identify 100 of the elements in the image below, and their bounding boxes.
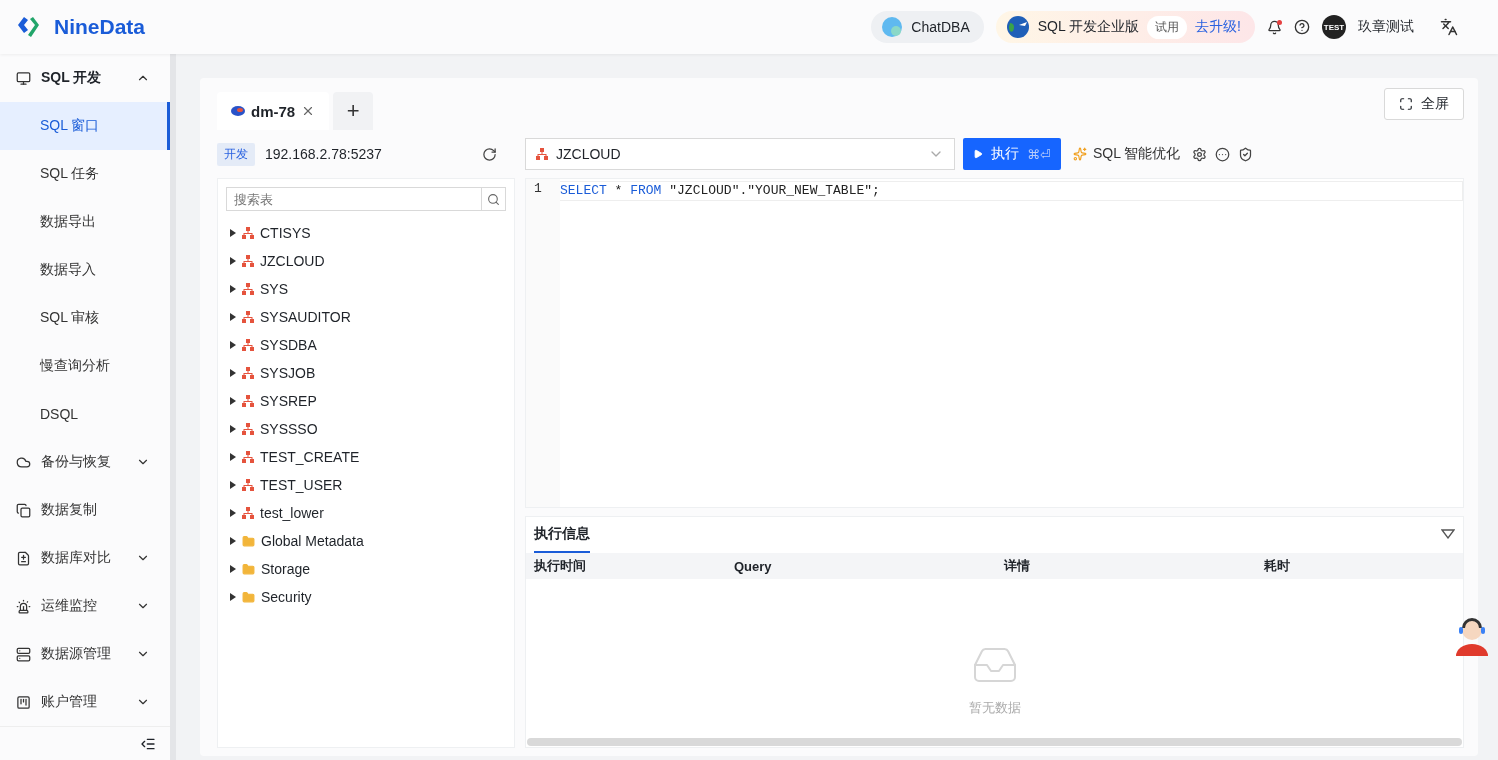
add-tab-button[interactable]: +: [333, 92, 374, 130]
caret-icon[interactable]: [230, 397, 236, 405]
tree-label: SYSJOB: [260, 365, 316, 381]
search-button[interactable]: [482, 187, 506, 211]
sidebar-item[interactable]: 数据库对比: [0, 534, 170, 582]
tree-label: test_lower: [260, 505, 324, 521]
schema-icon: [242, 479, 254, 491]
sidebar-item[interactable]: 运维监控: [0, 582, 170, 630]
tree-node[interactable]: SYSREP: [226, 387, 506, 415]
tree-label: TEST_CREATE: [260, 449, 360, 465]
caret-icon[interactable]: [230, 313, 236, 321]
tree-label: SYSREP: [260, 393, 317, 409]
sidebar-item[interactable]: SQL 开发: [0, 54, 170, 102]
menu-icon: [16, 70, 31, 86]
shield-icon[interactable]: [1238, 146, 1254, 162]
menu-icon: [16, 598, 31, 614]
tree-node[interactable]: SYSAUDITOR: [226, 303, 506, 331]
folder-icon: [242, 562, 255, 576]
schema-icon: [242, 339, 254, 351]
logo-icon: [16, 15, 42, 39]
fullscreen-button[interactable]: 全屏: [1384, 88, 1464, 120]
sidebar-item[interactable]: 数据复制: [0, 486, 170, 534]
database-icon: [231, 106, 245, 116]
more-icon[interactable]: [1215, 146, 1231, 162]
horizontal-scrollbar[interactable]: [527, 738, 1462, 746]
schema-icon: [242, 395, 254, 407]
upgrade-link[interactable]: 去升级!: [1195, 18, 1241, 36]
schema-icon: [242, 367, 254, 379]
tree-node[interactable]: Storage: [226, 555, 506, 583]
schema-icon: [536, 148, 548, 160]
sidebar-item[interactable]: 数据源管理: [0, 630, 170, 678]
column-header: 执行时间: [533, 557, 587, 575]
caret-icon[interactable]: [230, 425, 236, 433]
empty-text: 暂无数据: [968, 698, 1021, 717]
tree-node[interactable]: JZCLOUD: [226, 247, 506, 275]
chatdba-button[interactable]: ChatDBA: [871, 11, 984, 43]
caret-icon[interactable]: [230, 285, 236, 293]
sidebar-subitem[interactable]: DSQL: [0, 390, 170, 438]
caret-icon[interactable]: [230, 509, 236, 517]
menu-icon: [16, 550, 31, 566]
menu-icon: [16, 646, 31, 662]
tree-node[interactable]: CTISYS: [226, 219, 506, 247]
tree-node[interactable]: TEST_USER: [226, 471, 506, 499]
schema-icon: [242, 311, 254, 323]
caret-icon[interactable]: [230, 453, 236, 461]
search-icon: [487, 192, 500, 206]
tree-node[interactable]: TEST_CREATE: [226, 443, 506, 471]
trial-tag: 试用: [1147, 15, 1188, 39]
help-icon[interactable]: [1294, 19, 1310, 35]
settings-icon[interactable]: [1192, 146, 1208, 162]
tree-node[interactable]: test_lower: [226, 499, 506, 527]
caret-icon[interactable]: [230, 369, 236, 377]
tree-node[interactable]: Security: [226, 583, 506, 611]
caret-icon[interactable]: [230, 481, 236, 489]
tree-label: Global Metadata: [261, 533, 364, 549]
caret-icon[interactable]: [230, 229, 236, 237]
line-number: 1: [533, 181, 543, 198]
notification-button[interactable]: [1267, 19, 1282, 35]
tree-node[interactable]: SYS: [226, 275, 506, 303]
edition-banner[interactable]: SQL 开发企业版 试用 去升级!: [995, 11, 1255, 43]
user-avatar[interactable]: TEST: [1322, 15, 1346, 39]
refresh-icon[interactable]: [482, 146, 497, 162]
optimize-button[interactable]: SQL 智能优化: [1068, 145, 1185, 163]
tree-label: SYS: [260, 281, 288, 297]
sidebar-item[interactable]: 备份与恢复: [0, 438, 170, 486]
schema-icon: [242, 507, 254, 519]
folder-icon: [242, 534, 255, 548]
user-name[interactable]: 玖章测试: [1358, 18, 1414, 36]
run-button[interactable]: 执行 ⌘⏎: [963, 138, 1061, 170]
collapse-icon[interactable]: [1441, 529, 1455, 539]
caret-icon[interactable]: [230, 257, 236, 265]
schema-icon: [242, 255, 254, 267]
tree-node[interactable]: Global Metadata: [226, 527, 506, 555]
sidebar-subitem[interactable]: 慢查询分析: [0, 342, 170, 390]
sidebar-item[interactable]: 账户管理: [0, 678, 170, 726]
tree-label: SYSDBA: [260, 337, 317, 353]
fullscreen-icon: [1399, 97, 1413, 111]
tree-node[interactable]: SYSSSO: [226, 415, 506, 443]
editor-tab[interactable]: dm-78: [217, 92, 330, 130]
column-header: 详情: [1002, 557, 1031, 575]
sidebar-subitem[interactable]: SQL 审核: [0, 294, 170, 342]
sidebar-subitem[interactable]: 数据导入: [0, 246, 170, 294]
table-search-field[interactable]: 搜索表: [226, 187, 482, 211]
schema-select[interactable]: JZCLOUD: [525, 138, 955, 170]
column-header: Query: [733, 558, 773, 574]
tree-node[interactable]: SYSDBA: [226, 331, 506, 359]
code-line: SELECT * FROM "JZCLOUD"."YOUR_NEW_TABLE";: [560, 181, 1463, 201]
schema-icon: [242, 451, 254, 463]
caret-icon[interactable]: [230, 593, 236, 601]
language-icon[interactable]: [1440, 18, 1458, 36]
caret-icon[interactable]: [230, 565, 236, 573]
ai-icon: [881, 16, 904, 38]
caret-icon[interactable]: [230, 341, 236, 349]
sidebar-subitem[interactable]: SQL 任务: [0, 150, 170, 198]
sidebar-subitem[interactable]: SQL 窗口: [0, 102, 170, 150]
caret-icon[interactable]: [230, 537, 236, 545]
tree-node[interactable]: SYSJOB: [226, 359, 506, 387]
menu-icon: [16, 454, 31, 470]
sql-editor[interactable]: 1 SELECT * FROM "JZCLOUD"."YOUR_NEW_TABLE";: [525, 178, 1464, 508]
sidebar-subitem[interactable]: 数据导出: [0, 198, 170, 246]
